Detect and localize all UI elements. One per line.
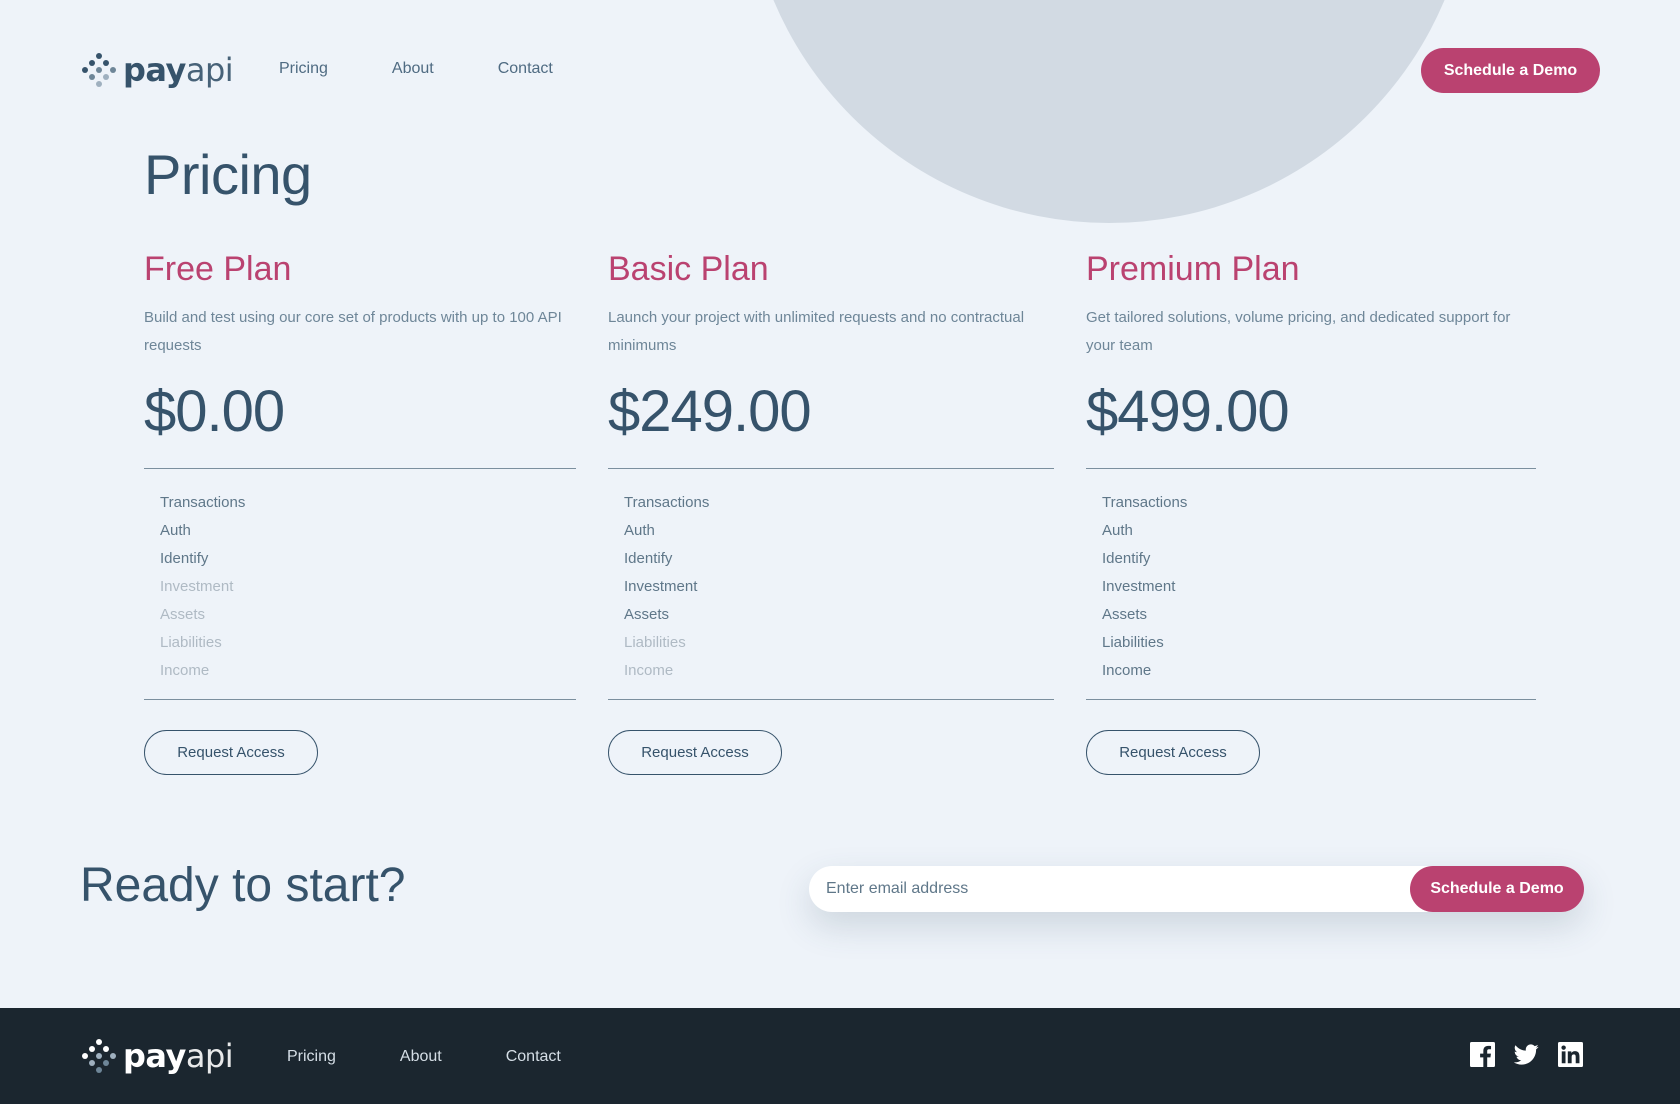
footer-nav: Pricing About Contact (287, 1048, 625, 1066)
feature-item: Identify (624, 550, 673, 567)
cta-heading: Ready to start? (80, 859, 406, 912)
feature-list: Transactions Auth Identify Investment As… (1086, 468, 1536, 700)
email-input[interactable] (809, 866, 1409, 912)
logo-wordmark: payapi (123, 1037, 234, 1075)
twitter-icon[interactable] (1514, 1042, 1539, 1067)
footer-link-pricing[interactable]: Pricing (287, 1048, 336, 1066)
logo-dots-icon (82, 53, 116, 87)
request-access-button-free[interactable]: Request Access (144, 730, 318, 775)
plan-card-basic: Basic Plan Launch your project with unli… (608, 250, 1054, 775)
footer-link-contact[interactable]: Contact (506, 1048, 561, 1066)
main-nav: Pricing About Contact (279, 60, 617, 78)
site-footer: payapi Pricing About Contact (0, 1008, 1680, 1104)
feature-item: Investment (624, 578, 698, 595)
feature-item: Liabilities (624, 634, 686, 651)
feature-item: Transactions (1102, 494, 1188, 511)
feature-item: Assets (1102, 606, 1148, 623)
feature-list: Transactions Auth Identify Investment As… (608, 468, 1054, 700)
nav-link-contact[interactable]: Contact (498, 60, 553, 78)
feature-item: Liabilities (160, 634, 222, 651)
plan-card-premium: Premium Plan Get tailored solutions, vol… (1086, 250, 1536, 775)
feature-item: Transactions (624, 494, 710, 511)
facebook-icon[interactable] (1470, 1042, 1495, 1067)
plan-price: $249.00 (608, 379, 812, 444)
feature-list: Transactions Auth Identify Investment As… (144, 468, 576, 700)
footer-logo[interactable]: payapi (81, 1036, 234, 1076)
plan-price: $0.00 (144, 379, 285, 444)
feature-item: Identify (160, 550, 209, 567)
nav-link-pricing[interactable]: Pricing (279, 60, 328, 78)
request-access-button-premium[interactable]: Request Access (1086, 730, 1260, 775)
plan-name: Free Plan (144, 250, 292, 288)
linkedin-icon[interactable] (1558, 1042, 1583, 1067)
feature-item: Income (160, 662, 210, 679)
plan-name: Basic Plan (608, 250, 769, 288)
logo-wordmark: payapi (123, 51, 234, 89)
feature-item: Income (624, 662, 674, 679)
cta-schedule-demo-button[interactable]: Schedule a Demo (1410, 866, 1584, 912)
feature-item: Auth (1102, 522, 1133, 539)
nav-link-about[interactable]: About (392, 60, 434, 78)
feature-item: Assets (160, 606, 206, 623)
feature-item: Liabilities (1102, 634, 1164, 651)
email-signup-form: Schedule a Demo (809, 866, 1584, 912)
feature-item: Identify (1102, 550, 1151, 567)
feature-item: Investment (1102, 578, 1176, 595)
feature-item: Investment (160, 578, 234, 595)
feature-item: Transactions (160, 494, 246, 511)
logo-dots-icon (82, 1039, 116, 1073)
request-access-button-basic[interactable]: Request Access (608, 730, 782, 775)
plan-description: Get tailored solutions, volume pricing, … (1086, 309, 1511, 354)
plan-card-free: Free Plan Build and test using our core … (144, 250, 576, 775)
feature-item: Auth (160, 522, 191, 539)
plan-description: Launch your project with unlimited reque… (608, 309, 1025, 354)
schedule-demo-button[interactable]: Schedule a Demo (1421, 48, 1600, 93)
page-title: Pricing (144, 143, 312, 206)
feature-item: Assets (624, 606, 670, 623)
header-logo[interactable]: payapi (81, 50, 234, 90)
social-links (1470, 1042, 1583, 1067)
plan-price: $499.00 (1086, 379, 1290, 444)
feature-item: Auth (624, 522, 655, 539)
plan-name: Premium Plan (1086, 250, 1300, 288)
feature-item: Income (1102, 662, 1152, 679)
footer-link-about[interactable]: About (400, 1048, 442, 1066)
site-header: payapi Pricing About Contact Schedule a … (0, 0, 1680, 140)
plan-description: Build and test using our core set of pro… (144, 309, 562, 354)
